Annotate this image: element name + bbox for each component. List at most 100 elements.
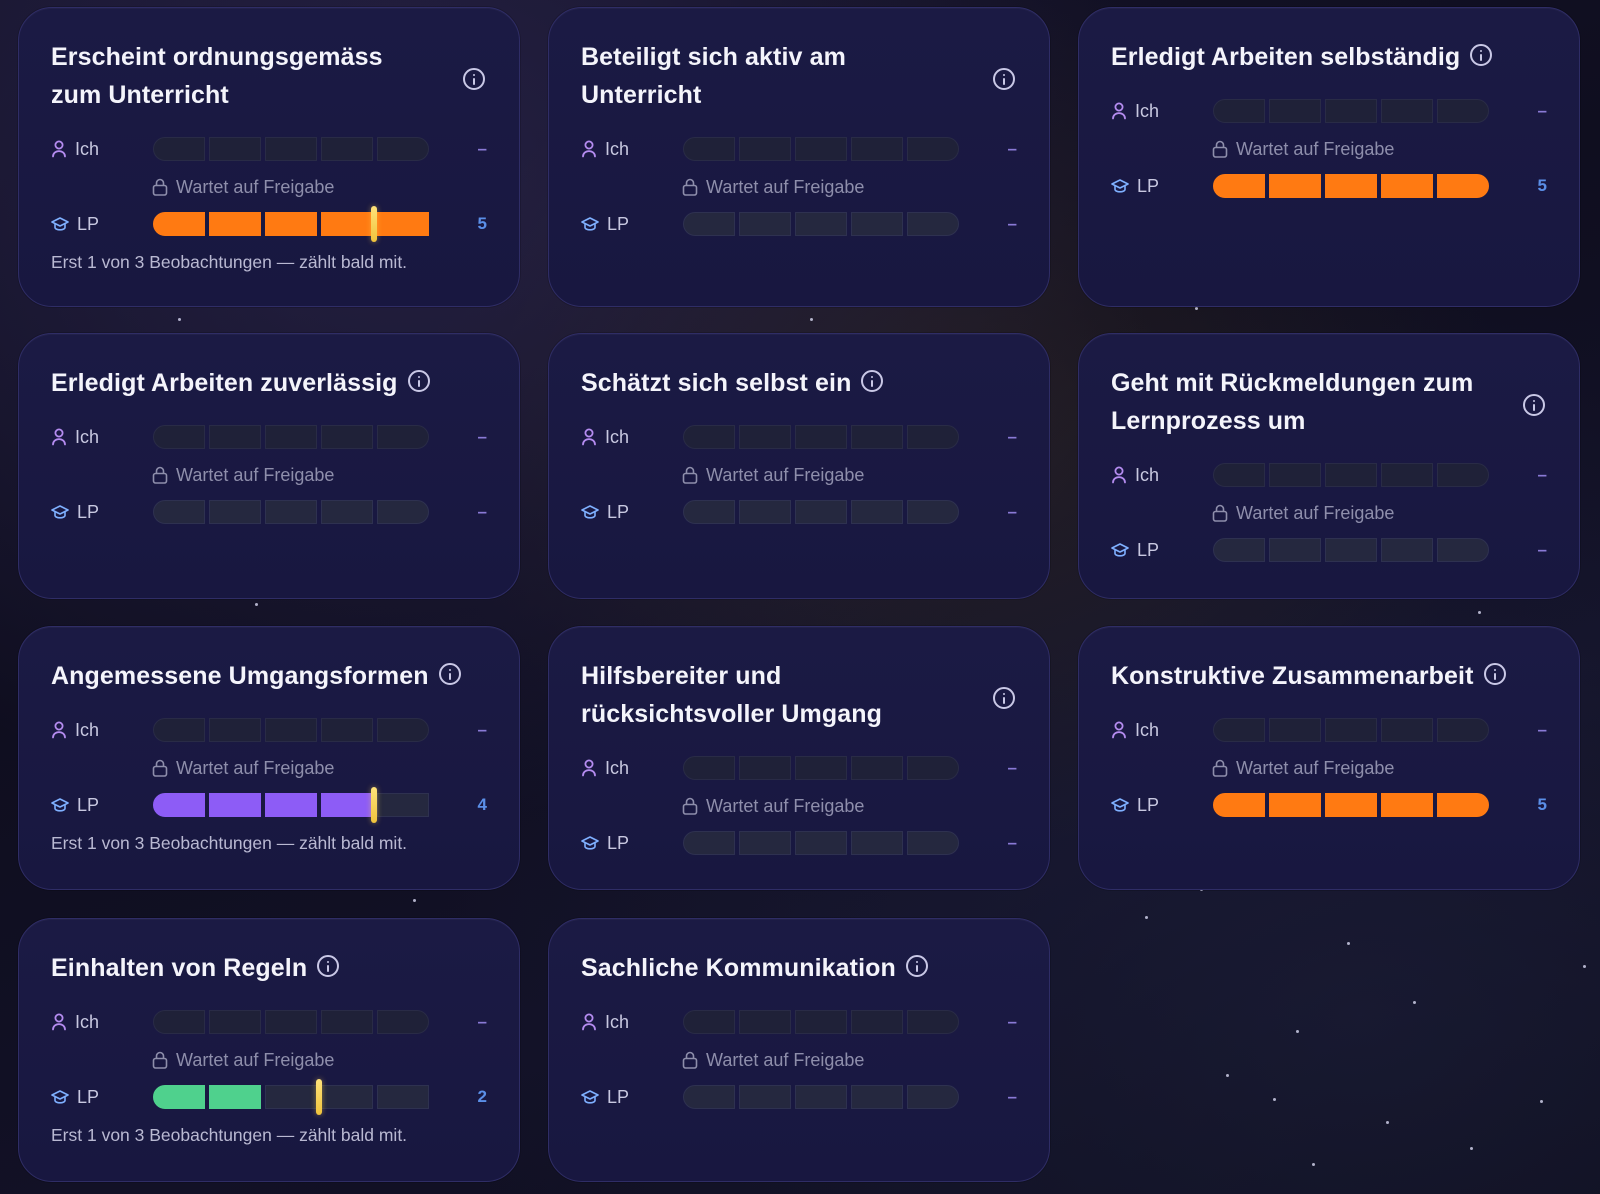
lock-icon [682,1051,698,1069]
rating-segment [795,425,847,449]
rating-segment [907,212,959,236]
pending-status: Wartet auf Freigabe [1212,754,1394,782]
rating-segment [907,1010,959,1034]
teacher-rating-bar [683,500,959,524]
info-icon[interactable] [407,370,430,393]
rating-segment [683,756,735,780]
info-icon[interactable] [438,663,461,686]
rating-segment [1437,463,1489,487]
rating-segment [907,500,959,524]
rating-segment [265,1085,317,1109]
self-rating-label: Ich [581,135,629,163]
rating-segment [1381,174,1433,198]
rating-segment [321,137,373,161]
rating-segment [153,212,205,236]
rating-segment [209,500,261,524]
info-icon[interactable] [861,370,884,393]
rating-segment [265,500,317,524]
rating-segment [265,1010,317,1034]
rating-segment [683,500,735,524]
rating-segment [209,425,261,449]
rating-segment [1269,793,1321,817]
teacher-rating-label: LP [51,791,99,819]
rating-segment [907,1085,959,1109]
rating-segment [683,1085,735,1109]
rating-segment [265,793,317,817]
rating-segment [683,1010,735,1034]
rating-segment [851,500,903,524]
teacher-rating-label: LP [581,210,629,238]
rating-segment [321,718,373,742]
graduation-cap-icon [1111,543,1129,557]
rating-segment [1213,463,1265,487]
info-icon[interactable] [993,68,1015,90]
rating-segment [795,831,847,855]
rating-segment [739,1010,791,1034]
rating-segment [265,425,317,449]
user-icon [1112,466,1126,484]
rating-segment [321,1085,373,1109]
rating-segment [907,831,959,855]
rating-segment [209,1010,261,1034]
info-icon[interactable] [993,687,1015,709]
pending-status: Wartet auf Freigabe [682,1046,864,1074]
teacher-rating-value: – [1007,502,1017,521]
info-icon[interactable] [905,955,928,978]
graduation-cap-icon [51,217,69,231]
rating-segment [795,137,847,161]
info-icon[interactable] [1523,394,1545,416]
teacher-rating-label: LP [581,1083,629,1111]
self-rating-bar [683,756,959,780]
lock-icon [152,466,168,484]
rating-segment [321,793,373,817]
rating-segment [153,137,205,161]
user-icon [52,1013,66,1031]
self-rating-value: – [1007,427,1017,446]
rating-segment [1381,538,1433,562]
info-icon[interactable] [1483,663,1506,686]
card-title: Erledigt Arbeiten zuverlässig [51,364,430,402]
rating-segment [683,212,735,236]
info-icon[interactable] [317,955,340,978]
rating-segment [321,1010,373,1034]
self-rating-bar [683,1010,959,1034]
teacher-rating-value: – [477,502,487,521]
criterion-card: Angemessene Umgangsformen Ich – Wartet a… [18,626,520,890]
lock-icon [1212,759,1228,777]
rating-segment [209,1085,261,1109]
rating-segment [1325,463,1377,487]
lock-icon [1212,504,1228,522]
rating-segment [683,831,735,855]
teacher-rating-label: LP [1111,536,1159,564]
self-rating-value: – [477,427,487,446]
lock-icon [682,466,698,484]
rating-segment [907,137,959,161]
rating-segment [851,1085,903,1109]
teacher-rating-value: 5 [1537,176,1547,195]
rating-segment [1325,538,1377,562]
info-icon[interactable] [463,68,485,90]
self-rating-value: – [477,720,487,739]
criterion-card: Beteiligt sich aktiv am Unterricht Ich –… [548,7,1050,307]
rating-segment [1325,174,1377,198]
self-rating-label: Ich [1111,716,1159,744]
self-rating-bar [153,1010,429,1034]
self-rating-bar [1213,718,1489,742]
info-icon[interactable] [1470,44,1493,67]
self-rating-label: Ich [51,423,99,451]
observation-marker [370,787,377,823]
teacher-rating-label: LP [581,498,629,526]
self-rating-label: Ich [51,1008,99,1036]
self-rating-value: – [1537,465,1547,484]
rating-segment [209,137,261,161]
rating-segment [1437,718,1489,742]
criterion-card: Konstruktive Zusammenarbeit Ich – Wartet… [1078,626,1580,890]
lock-icon [682,797,698,815]
rating-segment [1269,99,1321,123]
observation-note: Erst 1 von 3 Beobachtungen — zählt bald … [51,1125,408,1145]
self-rating-value: – [1007,1012,1017,1031]
teacher-rating-bar [153,500,429,524]
rating-segment [1213,99,1265,123]
rating-segment [321,212,373,236]
rating-segment [1213,718,1265,742]
